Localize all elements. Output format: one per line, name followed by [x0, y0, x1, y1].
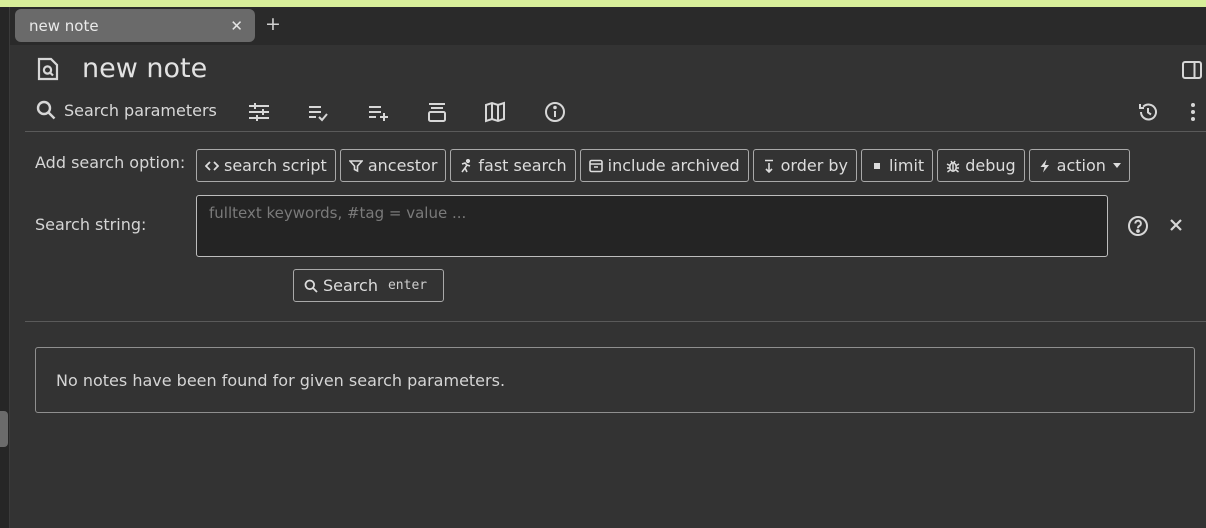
include-archived-button[interactable]: include archived	[579, 149, 749, 182]
sliders-icon[interactable]	[248, 101, 270, 123]
history-icon[interactable]	[1137, 101, 1159, 123]
search-string-label: Search string:	[35, 215, 147, 234]
fast-search-button[interactable]: fast search	[450, 149, 576, 182]
square-icon	[873, 162, 880, 169]
new-tab-icon[interactable]: +	[265, 13, 281, 35]
toolbar-divider	[25, 131, 1206, 132]
note-detail: new note Search parameters Add search op…	[10, 45, 1206, 528]
right-panel-toggle-icon[interactable]	[1182, 61, 1202, 79]
tab-bar: new note ✕ +	[10, 7, 1206, 45]
close-icon[interactable]	[1168, 217, 1184, 233]
list-add-icon[interactable]	[367, 101, 389, 123]
empty-results-message: No notes have been found for given searc…	[56, 370, 506, 390]
search-button-label: Search	[323, 276, 378, 295]
search-note-icon	[37, 57, 59, 80]
search-icon	[304, 279, 318, 293]
list-check-icon[interactable]	[307, 101, 329, 123]
tab-title: new note	[29, 16, 99, 35]
sort-down-icon	[764, 159, 773, 173]
search-shortcut-kbd: enter	[387, 278, 428, 293]
left-sidebar-rail	[0, 7, 10, 528]
limit-button[interactable]: limit	[860, 149, 934, 182]
note-title-row: new note	[36, 53, 207, 84]
search-option-buttons: search script ancestor fast search inclu…	[196, 149, 1134, 182]
search-button[interactable]: Search enter	[293, 269, 444, 302]
order-by-button[interactable]: order by	[752, 149, 857, 182]
note-title[interactable]: new note	[82, 53, 207, 84]
debug-button[interactable]: debug	[937, 149, 1025, 182]
bug-icon	[946, 160, 960, 173]
collapse-icon[interactable]	[426, 101, 448, 123]
help-icon[interactable]	[1127, 215, 1149, 237]
results-divider	[25, 321, 1206, 322]
more-vertical-icon[interactable]	[1182, 101, 1204, 123]
map-icon[interactable]	[484, 101, 506, 123]
search-results-empty: No notes have been found for given searc…	[35, 347, 1195, 413]
search-script-button[interactable]: search script	[196, 149, 336, 182]
action-dropdown-button[interactable]: action	[1028, 149, 1130, 182]
tab-new-note[interactable]: new note ✕	[15, 9, 255, 42]
code-icon	[205, 160, 219, 171]
sidebar-resize-handle[interactable]	[0, 411, 8, 447]
bolt-icon	[1040, 159, 1049, 172]
ancestor-button[interactable]: ancestor	[339, 149, 447, 182]
search-toolbar: Search parameters	[36, 100, 565, 123]
search-parameters-label[interactable]: Search parameters	[64, 101, 217, 120]
search-icon	[36, 100, 56, 120]
running-icon	[461, 158, 471, 172]
filter-icon	[348, 159, 363, 172]
search-string-input[interactable]	[196, 195, 1108, 257]
add-search-option-label: Add search option:	[35, 153, 186, 172]
info-icon[interactable]	[544, 101, 566, 123]
chevron-down-icon	[1112, 163, 1121, 168]
top-accent-strip	[0, 0, 1206, 7]
archive-icon	[588, 159, 603, 172]
tab-close-icon[interactable]: ✕	[230, 17, 243, 35]
